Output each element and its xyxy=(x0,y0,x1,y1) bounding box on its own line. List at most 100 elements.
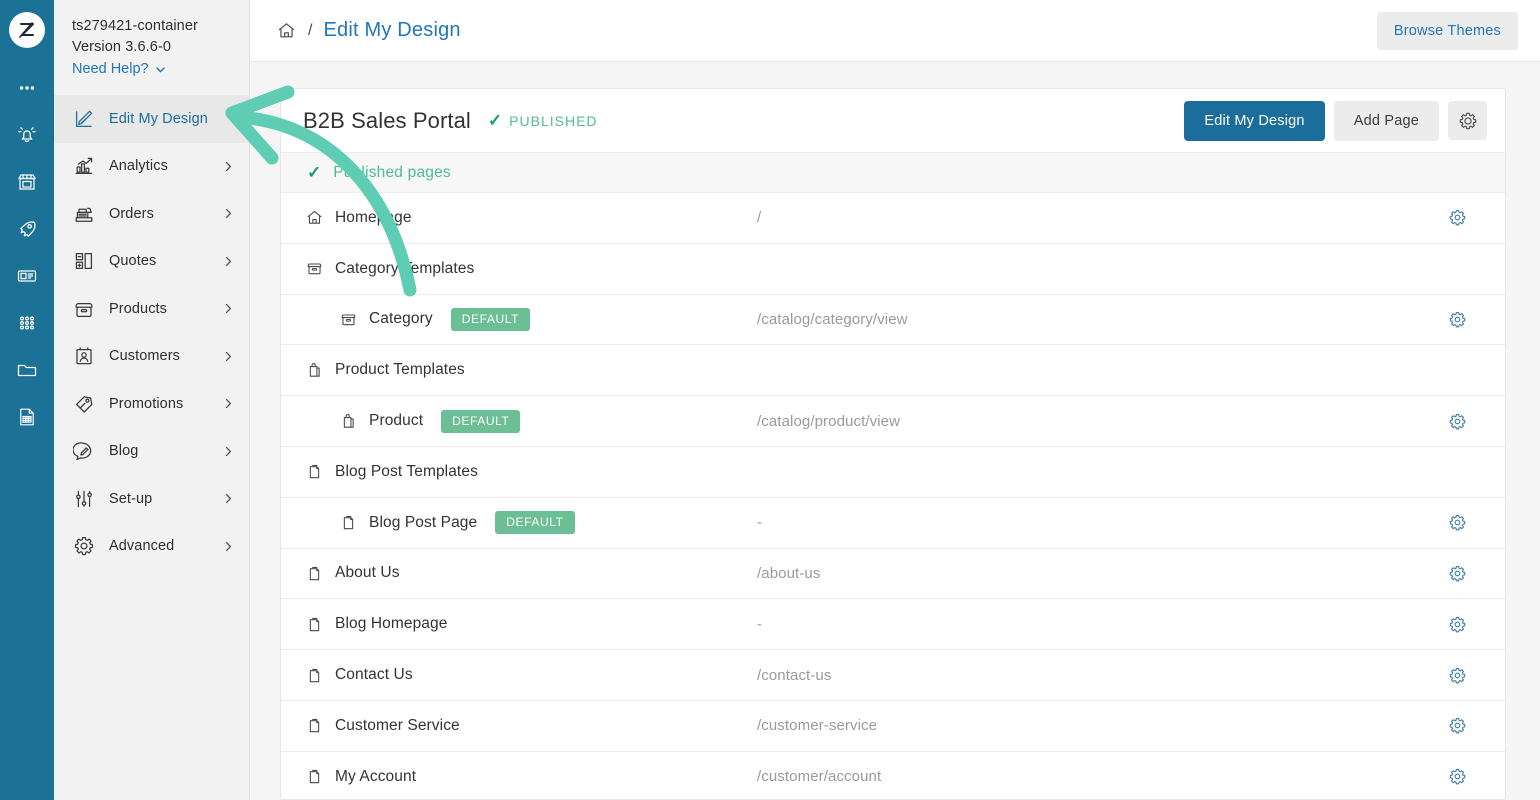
row-label: About Us xyxy=(335,564,400,582)
row-label: Homepage xyxy=(335,208,412,226)
default-badge: DEFAULT xyxy=(450,307,531,331)
sidebar-item-quotes[interactable]: Quotes xyxy=(54,238,249,286)
sidebar-item-edit-my-design[interactable]: Edit My Design xyxy=(54,95,249,143)
store-name: ts279421-container xyxy=(72,18,198,34)
gear-icon[interactable] xyxy=(1448,208,1467,227)
row-settings-cell[interactable] xyxy=(1409,310,1505,329)
orders-register-icon xyxy=(72,203,96,225)
quotes-blocks-icon xyxy=(72,250,96,272)
default-badge: DEFAULT xyxy=(495,511,575,535)
content-area: B2B Sales Portal ✓ PUBLISHED Edit My Des… xyxy=(250,62,1540,800)
gear-icon[interactable] xyxy=(1448,513,1467,532)
table-row[interactable]: About Us/about-us xyxy=(281,549,1505,600)
design-card: B2B Sales Portal ✓ PUBLISHED Edit My Des… xyxy=(280,88,1506,800)
home-icon xyxy=(303,208,325,227)
breadcrumb-current[interactable]: Edit My Design xyxy=(323,19,460,42)
row-settings-cell[interactable] xyxy=(1409,513,1505,532)
page-icon xyxy=(303,767,325,786)
rail-item-storefront-icon[interactable] xyxy=(0,158,54,205)
browse-themes-button[interactable]: Browse Themes xyxy=(1376,11,1518,50)
sidebar-item-customers[interactable]: Customers xyxy=(54,333,249,381)
row-label: Category xyxy=(369,310,433,328)
rail-item-news-card-icon[interactable] xyxy=(0,252,54,299)
row-label: Product Templates xyxy=(335,361,465,379)
rail-item-notifications-bell-icon[interactable] xyxy=(0,111,54,158)
sidebar-item-advanced[interactable]: Advanced xyxy=(54,523,249,571)
table-row[interactable]: Blog Post Templates xyxy=(281,447,1505,498)
blog-comment-icon xyxy=(72,440,96,462)
table-row[interactable]: My Account/customer/account xyxy=(281,752,1505,800)
row-name-cell: Blog Post Templates xyxy=(281,462,757,481)
rail-item-rocket-icon[interactable] xyxy=(0,205,54,252)
sidebar-item-label: Products xyxy=(109,300,168,317)
row-settings-cell[interactable] xyxy=(1409,615,1505,634)
breadcrumb-separator: / xyxy=(308,21,313,39)
table-row[interactable]: Category DEFAULT/catalog/category/view xyxy=(281,295,1505,346)
row-url: /catalog/product/view xyxy=(757,412,901,430)
table-row[interactable]: Blog Homepage - xyxy=(281,599,1505,651)
gear-icon[interactable] xyxy=(1448,716,1467,735)
gear-icon[interactable] xyxy=(1448,564,1467,583)
edit-my-design-button[interactable]: Edit My Design xyxy=(1184,100,1325,141)
sidebar-item-products[interactable]: Products xyxy=(54,285,249,333)
gear-icon[interactable] xyxy=(1448,767,1467,786)
table-row[interactable]: Contact Us/contact-us xyxy=(281,650,1505,701)
page-title: B2B Sales Portal xyxy=(303,107,471,133)
row-settings-cell[interactable] xyxy=(1409,564,1505,583)
gear-icon[interactable] xyxy=(1448,412,1467,431)
card-settings-button[interactable] xyxy=(1448,101,1487,140)
table-row[interactable]: Homepage / xyxy=(281,193,1505,244)
card-header: B2B Sales Portal ✓ PUBLISHED Edit My Des… xyxy=(281,89,1505,153)
sidebar-item-orders[interactable]: Orders xyxy=(54,190,249,238)
table-row[interactable]: Product Templates xyxy=(281,345,1505,397)
row-url: /customer/account xyxy=(757,768,882,786)
page-icon xyxy=(337,513,359,532)
row-settings-cell[interactable] xyxy=(1409,666,1505,685)
add-page-button[interactable]: Add Page xyxy=(1333,100,1439,141)
row-name-cell: My Account xyxy=(281,767,757,786)
row-settings-cell[interactable] xyxy=(1409,767,1505,786)
row-label: Blog Homepage xyxy=(335,615,448,633)
row-settings-cell[interactable] xyxy=(1409,208,1505,227)
row-name-cell: Homepage xyxy=(281,208,757,227)
table-row[interactable]: Blog Post Page DEFAULT - xyxy=(281,498,1505,549)
section-label: Published pages xyxy=(333,163,451,181)
table-row[interactable]: Customer Service/customer-service xyxy=(281,701,1505,752)
products-box-icon xyxy=(72,298,96,320)
table-row[interactable]: Product DEFAULT/catalog/product/view xyxy=(281,396,1505,447)
rail-item-more-icon[interactable] xyxy=(0,64,54,111)
row-label: Blog Post Page xyxy=(369,513,478,531)
gear-icon[interactable] xyxy=(1448,310,1467,329)
sidebar-item-promotions[interactable]: Promotions xyxy=(54,380,249,428)
sidebar-item-analytics[interactable]: Analytics xyxy=(54,143,249,191)
rail-item-folder-icon[interactable] xyxy=(0,346,54,393)
zoey-logo-icon[interactable] xyxy=(9,12,45,48)
sidebar-nav-panel: ts279421-container Version 3.6.6-0 Need … xyxy=(54,0,250,800)
promotions-tag-icon xyxy=(72,393,96,415)
category-icon xyxy=(337,310,359,329)
need-help-label: Need Help? xyxy=(72,61,149,77)
row-name-cell: Category DEFAULT xyxy=(281,307,757,331)
chevron-right-icon xyxy=(221,397,235,410)
gear-icon[interactable] xyxy=(1448,615,1467,634)
pages-table: ✓ Published pages Homepage / Category Temp… xyxy=(281,153,1505,800)
main-area: / Edit My Design Browse Themes B2B Sales… xyxy=(250,0,1540,800)
status-badge: ✓ PUBLISHED xyxy=(488,112,598,129)
sidebar-item-label: Quotes xyxy=(109,253,157,270)
chevron-right-icon xyxy=(221,350,235,363)
rail-item-apps-grid-icon[interactable] xyxy=(0,299,54,346)
gear-icon[interactable] xyxy=(1448,666,1467,685)
sidebar-item-set-up[interactable]: Set-up xyxy=(54,475,249,523)
home-icon[interactable] xyxy=(276,20,297,41)
row-name-cell: Customer Service xyxy=(281,716,757,735)
chevron-right-icon xyxy=(221,445,235,458)
rail-item-report-document-icon[interactable] xyxy=(0,393,54,440)
app-root: ts279421-container Version 3.6.6-0 Need … xyxy=(0,0,1540,800)
customers-badge-icon xyxy=(72,345,96,367)
table-row[interactable]: Category Templates xyxy=(281,244,1505,295)
need-help-link[interactable]: Need Help? xyxy=(72,59,167,80)
sidebar-item-blog[interactable]: Blog xyxy=(54,428,249,476)
row-settings-cell[interactable] xyxy=(1409,412,1505,431)
row-settings-cell[interactable] xyxy=(1409,716,1505,735)
row-name-cell: Blog Homepage xyxy=(281,615,757,634)
